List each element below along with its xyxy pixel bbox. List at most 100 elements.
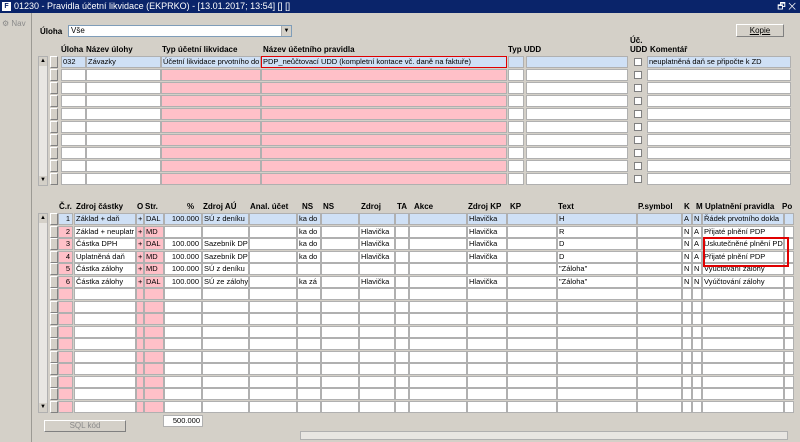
- cell-zdroj_kp[interactable]: [467, 350, 507, 363]
- cell-m[interactable]: [692, 300, 702, 313]
- cell-anal_ucet[interactable]: [249, 263, 297, 275]
- cell-psymbol[interactable]: [637, 325, 682, 338]
- cell-zdroj_castky[interactable]: Uplatněná daň: [74, 250, 136, 263]
- cell-m[interactable]: N: [692, 275, 702, 288]
- cell-zdroj[interactable]: [359, 288, 395, 300]
- cell-kp[interactable]: [507, 288, 557, 300]
- cell-k[interactable]: N: [682, 225, 692, 238]
- cell-zdroj_kp[interactable]: [467, 263, 507, 275]
- cell-kp[interactable]: [507, 388, 557, 400]
- cell-zdroj_kp[interactable]: [467, 400, 507, 413]
- cell-pct[interactable]: [164, 225, 202, 238]
- cell-zdroj_kp[interactable]: [467, 325, 507, 338]
- cell-akce[interactable]: [409, 225, 467, 238]
- cell-o[interactable]: [136, 388, 144, 400]
- cell-anal_ucet[interactable]: [249, 300, 297, 313]
- table-row[interactable]: [38, 288, 798, 300]
- row-selector[interactable]: [50, 225, 58, 238]
- cell-typ_udd2[interactable]: [526, 160, 628, 172]
- cell-str[interactable]: MD: [144, 250, 164, 263]
- cell-pct[interactable]: [164, 300, 202, 313]
- uc-udd-checkbox[interactable]: [634, 110, 642, 118]
- cell-akce[interactable]: [409, 325, 467, 338]
- cell-typ_udd2[interactable]: [526, 173, 628, 185]
- uc-udd-checkbox[interactable]: [634, 84, 642, 92]
- cell-zdroj[interactable]: Hlavička: [359, 250, 395, 263]
- cell-ns2[interactable]: [321, 388, 359, 400]
- cell-str[interactable]: [144, 375, 164, 388]
- cell-anal_ucet[interactable]: [249, 288, 297, 300]
- cell-po[interactable]: [784, 300, 794, 313]
- row-selector[interactable]: [50, 69, 58, 81]
- cell-ns2[interactable]: [321, 250, 359, 263]
- cell-komentar[interactable]: [647, 69, 791, 81]
- sql-button[interactable]: SQL kód: [44, 420, 126, 432]
- cell-o[interactable]: [136, 400, 144, 413]
- cell-kp[interactable]: [507, 350, 557, 363]
- row-selector[interactable]: [50, 173, 58, 185]
- cell-text[interactable]: R: [557, 225, 637, 238]
- cell-zdroj[interactable]: [359, 350, 395, 363]
- cell-ns1[interactable]: [297, 313, 321, 325]
- bottom-scrollbar[interactable]: ▲ ▼: [38, 213, 48, 413]
- cell-typ[interactable]: [161, 69, 261, 81]
- table-row[interactable]: 5 Částka zálohy + MD 100.000 SÚ z deníku "Zálo…: [38, 263, 798, 275]
- cell-zdroj_au[interactable]: [202, 300, 249, 313]
- cell-ns2[interactable]: [321, 313, 359, 325]
- cell-nazev_ulohy[interactable]: [86, 69, 161, 81]
- cell-ns2[interactable]: [321, 238, 359, 250]
- cell-typ_udd[interactable]: [508, 56, 524, 68]
- cell-anal_ucet[interactable]: [249, 325, 297, 338]
- cell-uplatneni[interactable]: Přijaté plnění PDP: [702, 225, 784, 238]
- cell-ns1[interactable]: [297, 338, 321, 350]
- cell-zdroj_castky[interactable]: [74, 375, 136, 388]
- cell-text[interactable]: "Záloha": [557, 263, 637, 275]
- cell-zdroj_castky[interactable]: [74, 325, 136, 338]
- uc-udd-checkbox[interactable]: [634, 149, 642, 157]
- cell-zdroj[interactable]: [359, 375, 395, 388]
- cell-anal_ucet[interactable]: [249, 213, 297, 225]
- cell-psymbol[interactable]: [637, 250, 682, 263]
- cell-uplatneni[interactable]: [702, 325, 784, 338]
- cell-uloha[interactable]: [61, 134, 86, 146]
- cell-pct[interactable]: [164, 288, 202, 300]
- filter-select[interactable]: Vše ▼: [68, 25, 292, 37]
- cell-kp[interactable]: [507, 225, 557, 238]
- table-row[interactable]: [38, 173, 798, 185]
- cell-k[interactable]: [682, 363, 692, 375]
- scroll-down-icon[interactable]: ▼: [39, 403, 47, 412]
- cell-typ_udd2[interactable]: [526, 147, 628, 159]
- cell-zdroj_castky[interactable]: Částka zálohy: [74, 275, 136, 288]
- cell-text[interactable]: [557, 388, 637, 400]
- cell-typ[interactable]: [161, 82, 261, 94]
- cell-m[interactable]: [692, 325, 702, 338]
- cell-typ[interactable]: [161, 173, 261, 185]
- cell-zdroj_au[interactable]: SÚ z deníku: [202, 263, 249, 275]
- cell-zdroj_kp[interactable]: [467, 288, 507, 300]
- uc-udd-checkbox[interactable]: [634, 58, 642, 66]
- cell-str[interactable]: [144, 325, 164, 338]
- cell-zdroj_castky[interactable]: [74, 363, 136, 375]
- cell-cr[interactable]: [58, 288, 73, 300]
- cell-zdroj[interactable]: [359, 313, 395, 325]
- cell-zdroj_au[interactable]: Sazebník DPH: [202, 250, 249, 263]
- cell-nazev_pravidla[interactable]: [261, 82, 507, 94]
- row-selector[interactable]: [50, 238, 58, 250]
- table-row[interactable]: [38, 160, 798, 172]
- cell-ta[interactable]: [395, 338, 409, 350]
- cell-anal_ucet[interactable]: [249, 250, 297, 263]
- cell-ta[interactable]: [395, 263, 409, 275]
- cell-str[interactable]: [144, 400, 164, 413]
- cell-o[interactable]: +: [136, 213, 144, 225]
- cell-nazev_ulohy[interactable]: [86, 95, 161, 107]
- cell-zdroj_au[interactable]: SÚ z deníku: [202, 213, 249, 225]
- row-selector[interactable]: [50, 338, 58, 350]
- cell-uplatneni[interactable]: Vyúčtování zálohy: [702, 275, 784, 288]
- cell-anal_ucet[interactable]: [249, 363, 297, 375]
- cell-zdroj_kp[interactable]: [467, 313, 507, 325]
- cell-str[interactable]: [144, 313, 164, 325]
- cell-komentar[interactable]: neuplatněná daň se připočte k ZD: [647, 56, 791, 68]
- cell-ns2[interactable]: [321, 375, 359, 388]
- table-row[interactable]: [38, 134, 798, 146]
- cell-uplatneni[interactable]: [702, 388, 784, 400]
